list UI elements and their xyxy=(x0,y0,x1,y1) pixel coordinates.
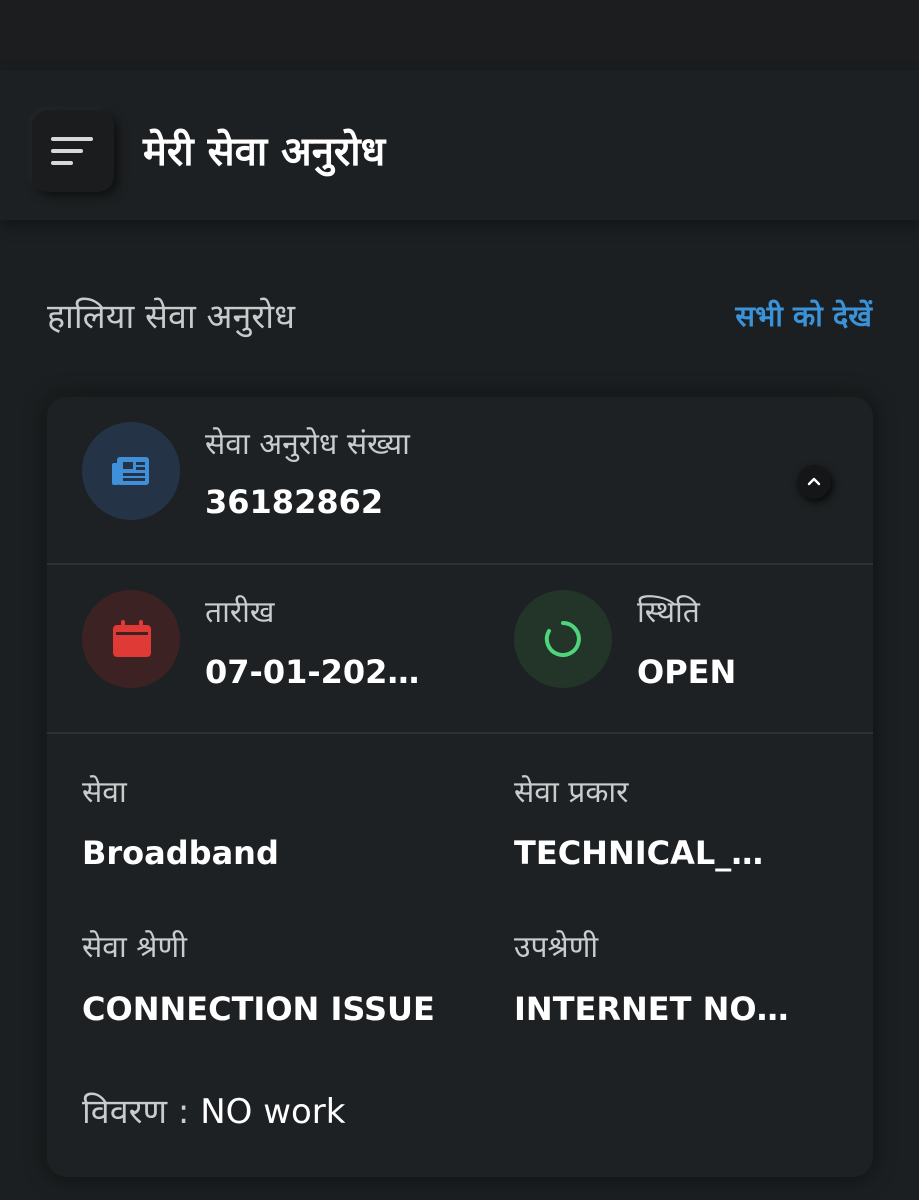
subcategory-value: INTERNET NO… xyxy=(514,990,789,1028)
status-bar-area xyxy=(0,0,919,70)
request-number-label: सेवा अनुरोध संख्या xyxy=(205,427,410,462)
collapse-button[interactable] xyxy=(797,465,831,499)
description-label: विवरण : xyxy=(82,1092,190,1132)
view-all-link[interactable]: सभी को देखें xyxy=(735,296,872,335)
service-label: सेवा xyxy=(82,775,127,810)
date-value: 07-01-202… xyxy=(205,653,420,691)
description-value: NO work xyxy=(200,1092,346,1132)
description-row: विवरण : NO work xyxy=(82,1087,345,1133)
page-title: मेरी सेवा अनुरोध xyxy=(143,129,386,175)
menu-button[interactable] xyxy=(32,110,114,192)
category-value: CONNECTION ISSUE xyxy=(82,990,435,1028)
status-icon-circle xyxy=(514,590,612,688)
top-app-bar: मेरी सेवा अनुरोध xyxy=(0,70,919,220)
category-label: सेवा श्रेणी xyxy=(82,930,187,965)
status-label: स्थिति xyxy=(637,595,700,630)
chevron-up-icon xyxy=(807,477,821,486)
progress-ring-icon xyxy=(544,621,581,657)
date-label: तारीख xyxy=(205,595,275,630)
subcategory-label: उपश्रेणी xyxy=(514,930,599,965)
request-number-value: 36182862 xyxy=(205,483,384,521)
newspaper-icon xyxy=(112,457,149,485)
service-type-label: सेवा प्रकार xyxy=(514,775,629,810)
calendar-icon xyxy=(113,620,151,657)
service-request-card[interactable]: सेवा अनुरोध संख्या 36182862 तारीख 07-01-… xyxy=(47,397,873,1177)
status-value: OPEN xyxy=(637,653,737,691)
service-value: Broadband xyxy=(82,834,279,872)
service-type-value: TECHNICAL_… xyxy=(514,834,764,872)
card-divider xyxy=(47,732,873,734)
menu-icon xyxy=(51,137,93,165)
date-icon-circle xyxy=(82,590,180,688)
request-icon-circle xyxy=(82,422,180,520)
card-divider xyxy=(47,563,873,565)
section-title: हालिया सेवा अनुरोध xyxy=(47,297,296,337)
